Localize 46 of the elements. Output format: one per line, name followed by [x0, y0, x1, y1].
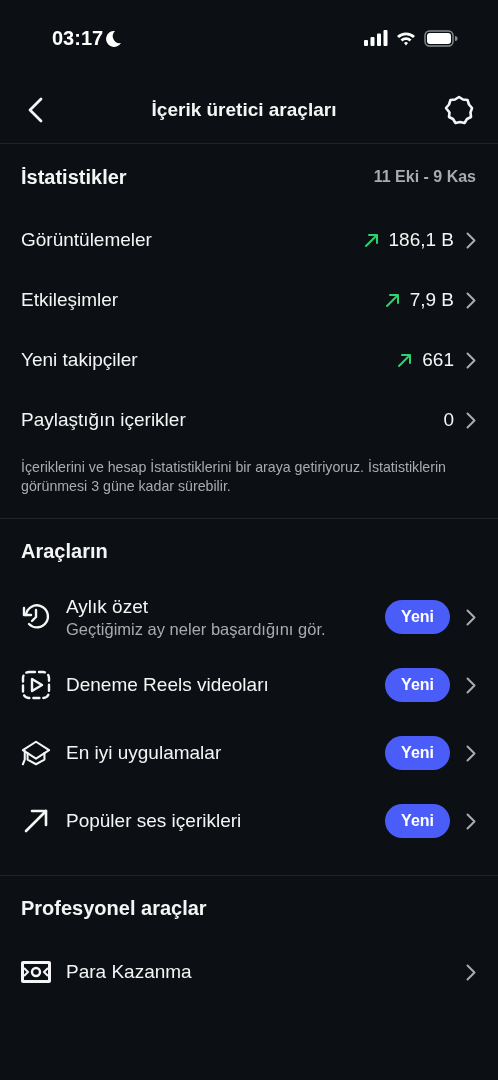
tool-row[interactable]: Aylık özet Geçtiğimiz ay neler başardığını gör. Yeni — [0, 583, 498, 651]
statistic-value: 661 — [422, 349, 454, 371]
chevron-icon — [466, 676, 476, 694]
battery-icon — [424, 29, 458, 47]
chevron-icon — [466, 291, 476, 309]
statistic-row[interactable]: Görüntülemeler 186,1 B — [0, 210, 498, 270]
chevron-icon — [466, 231, 476, 249]
chevron-icon — [466, 608, 476, 626]
statistic-row[interactable]: Etkileşimler 7,9 B — [0, 270, 498, 330]
statistic-row[interactable]: Yeni takipçiler 661 — [0, 330, 498, 390]
graduation-cap-icon — [21, 738, 51, 768]
section-title: Araçların — [21, 539, 108, 563]
section-title: Profesyonel araçlar — [21, 896, 207, 920]
tool-row[interactable]: Para Kazanma — [0, 940, 498, 1004]
section-title: İstatistikler — [21, 165, 127, 189]
wifi-icon — [396, 30, 416, 46]
chevron-icon — [466, 963, 476, 981]
page-title: İçerik üretici araçları — [151, 98, 337, 121]
video-play-icon — [21, 670, 51, 700]
moon-icon — [106, 29, 123, 47]
chevron-icon — [466, 812, 476, 830]
tool-row[interactable]: En iyi uygulamalar Yeni — [0, 719, 498, 787]
info-note: İçeriklerini ve hesap İstatistiklerini bir araya getiriyoruz. İstatistiklerin görünmesi 3 güne kadar sürebilir. — [21, 458, 447, 496]
tool-row[interactable]: Popüler ses içerikleri Yeni — [0, 787, 498, 855]
tool-row[interactable]: Deneme Reels videoları Yeni — [0, 651, 498, 719]
statistic-value: 7,9 B — [409, 289, 454, 311]
chevron-icon — [466, 744, 476, 762]
trending-arrow-icon — [23, 808, 49, 834]
statistic-value: 186,1 B — [388, 229, 454, 251]
new-badge: Yeni — [385, 804, 450, 838]
banknote-icon — [21, 961, 51, 983]
new-badge: Yeni — [385, 600, 450, 634]
chevron-icon — [466, 351, 476, 369]
chevron-icon — [466, 411, 476, 429]
statistic-value: 0 — [443, 409, 454, 431]
statistic-row[interactable]: Paylaştığın içerikler 0 — [0, 390, 498, 450]
new-badge: Yeni — [385, 668, 450, 702]
new-badge: Yeni — [385, 736, 450, 770]
back-icon — [26, 96, 44, 123]
status-time: 03:17 — [52, 26, 104, 50]
date-range: 11 Eki - 9 Kas — [373, 168, 476, 186]
clock-history-icon — [21, 602, 51, 632]
back-button[interactable] — [26, 96, 44, 123]
settings-button[interactable] — [444, 94, 474, 125]
signal-icon — [364, 30, 388, 46]
settings-icon — [444, 94, 474, 125]
